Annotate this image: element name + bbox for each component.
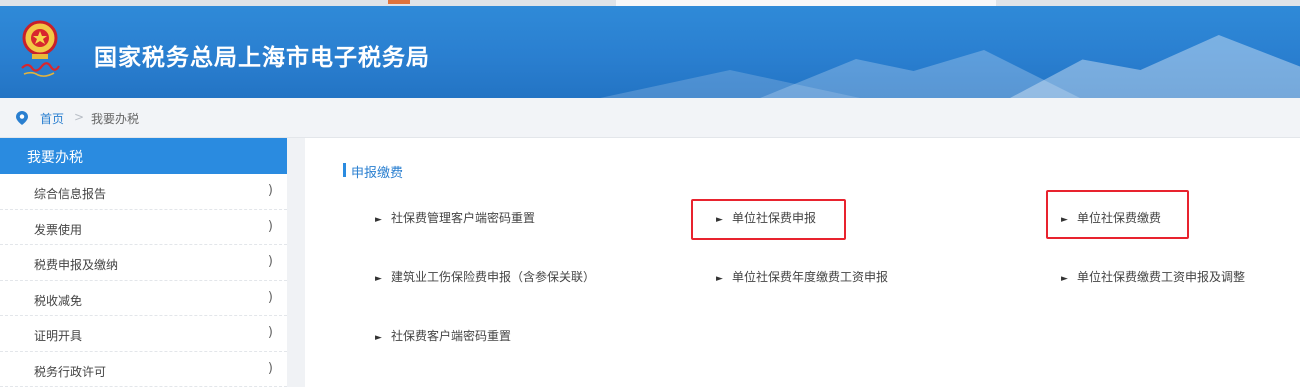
site-header: 国家税务总局上海市电子税务局 — [0, 6, 1300, 98]
sidebar-item-label: 发票使用 — [34, 222, 83, 237]
chevron-right-icon: ) — [267, 325, 273, 340]
arrow-right-icon: ► — [716, 274, 723, 284]
arrow-right-icon: ► — [1061, 215, 1068, 225]
sidebar-item-administrative-license[interactable]: 税务行政许可 ) — [0, 352, 287, 387]
site-title: 国家税务总局上海市电子税务局 — [94, 45, 430, 71]
chevron-right-icon: ) — [267, 218, 273, 234]
breadcrumb-home-link[interactable]: 首页 — [40, 110, 64, 127]
link-label: 社保费客户端密码重置 — [391, 329, 512, 343]
arrow-right-icon: ► — [375, 333, 382, 343]
section-title: 申报缴费 — [343, 162, 404, 181]
sidebar-item-tax-declaration-payment[interactable]: 税费申报及缴纳 ) — [0, 245, 287, 281]
sidebar-item-label: 综合信息报告 — [34, 187, 107, 201]
link-label: 单位社保费缴费 — [1077, 211, 1162, 225]
tax-emblem-logo[interactable] — [16, 16, 64, 82]
location-pin-icon — [16, 111, 28, 125]
section-marker — [343, 163, 346, 177]
link-label: 单位社保费年度缴费工资申报 — [732, 270, 889, 284]
sidebar-item-label: 证明开具 — [34, 329, 83, 343]
sidebar: 我要办税 综合信息报告 ) 发票使用 ) 税费申报及缴纳 ) 税收减免 ) 证明… — [0, 138, 287, 387]
link-label: 社保费管理客户端密码重置 — [391, 211, 536, 225]
main-panel: 申报缴费 ► 社保费管理客户端密码重置 ► 单位社保费申报 ► 单位社保费缴费 ► 建筑… — [305, 138, 1300, 387]
sidebar-item-tax-relief[interactable]: 税收减免 ) — [0, 281, 287, 316]
header-mountain-decoration — [1010, 35, 1300, 98]
breadcrumb: 首页 > 我要办税 — [0, 98, 1300, 138]
chevron-right-icon: ) — [267, 360, 273, 376]
link-annual-wage-base-declaration[interactable]: ► 单位社保费年度缴费工资申报 — [716, 268, 888, 285]
breadcrumb-current: 我要办税 — [91, 112, 140, 126]
sidebar-item-invoice-usage[interactable]: 发票使用 ) — [0, 210, 287, 245]
chevron-right-icon: ) — [267, 254, 273, 269]
sidebar-item-certificate-issuance[interactable]: 证明开具 ) — [0, 316, 287, 352]
link-social-security-client-password-reset[interactable]: ► 社保费客户端密码重置 — [375, 327, 511, 344]
sidebar-title[interactable]: 我要办税 — [0, 138, 287, 174]
link-social-security-client-password-reset-mgmt[interactable]: ► 社保费管理客户端密码重置 — [375, 209, 535, 226]
sidebar-item-label: 税务行政许可 — [34, 364, 107, 379]
arrow-right-icon: ► — [375, 215, 382, 225]
arrow-right-icon: ► — [1061, 274, 1068, 284]
link-wage-base-declaration-adjustment[interactable]: ► 单位社保费缴费工资申报及调整 — [1061, 268, 1245, 285]
link-label: 建筑业工伤保险费申报（含参保关联） — [391, 270, 596, 284]
sidebar-item-comprehensive-info-report[interactable]: 综合信息报告 ) — [0, 174, 287, 210]
link-unit-social-security-declaration[interactable]: ► 单位社保费申报 — [716, 209, 816, 226]
active-tab-indicator — [388, 0, 410, 4]
link-construction-injury-insurance-declaration[interactable]: ► 建筑业工伤保险费申报（含参保关联） — [375, 268, 595, 285]
chevron-right-icon: ) — [267, 289, 273, 305]
link-label: 单位社保费申报 — [732, 211, 817, 225]
chevron-right-icon: ) — [267, 183, 273, 198]
link-unit-social-security-payment[interactable]: ► 单位社保费缴费 — [1061, 209, 1161, 226]
arrow-right-icon: ► — [375, 274, 382, 284]
arrow-right-icon: ► — [716, 215, 723, 225]
sidebar-item-label: 税费申报及缴纳 — [34, 258, 119, 272]
sidebar-item-label: 税收减免 — [34, 293, 83, 308]
section-title-label: 申报缴费 — [351, 166, 404, 181]
link-label: 单位社保费缴费工资申报及调整 — [1077, 270, 1246, 284]
breadcrumb-separator: > — [74, 110, 85, 124]
